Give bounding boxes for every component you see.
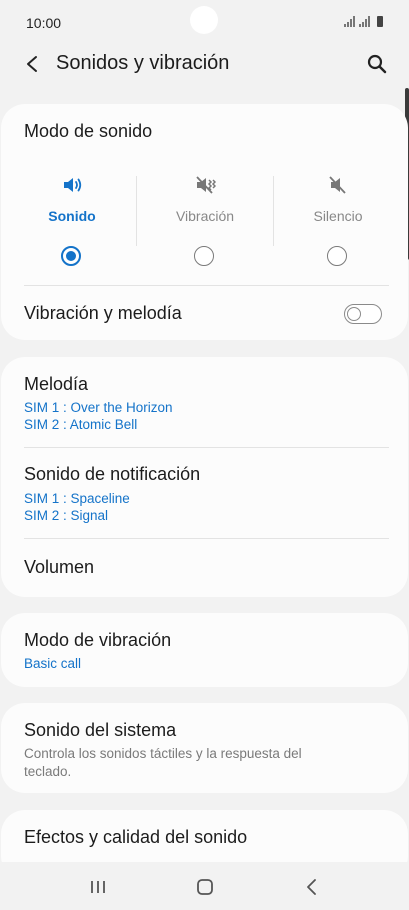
notification-sound-row[interactable]: Sonido de notificación SIM 1 : Spaceline… bbox=[1, 448, 408, 538]
sound-quality-title: Efectos y calidad del sonido bbox=[24, 827, 248, 847]
back-nav-icon[interactable] bbox=[300, 876, 324, 898]
navigation-bar bbox=[0, 862, 409, 910]
mode-label-silent: Silencio bbox=[313, 208, 363, 224]
notification-sim2: SIM 2 : Signal bbox=[24, 508, 109, 523]
vibration-pattern-card[interactable]: Modo de vibración Basic call bbox=[1, 613, 408, 687]
signal-icon-sim1 bbox=[344, 16, 355, 27]
page-title: Sonidos y vibración bbox=[56, 52, 230, 74]
system-sound-title: Sonido del sistema bbox=[24, 720, 177, 740]
ringtone-sim1: SIM 1 : Over the Horizon bbox=[24, 400, 173, 415]
sound-mode-card: Modo de sonido Sonido Vibración Silencio… bbox=[1, 104, 408, 340]
mode-option-silent[interactable]: Silencio bbox=[270, 174, 406, 254]
vibration-pattern-title: Modo de vibración bbox=[24, 630, 172, 650]
mute-icon bbox=[329, 176, 346, 194]
vibration-pattern-value: Basic call bbox=[24, 656, 82, 671]
recent-apps-icon[interactable] bbox=[86, 876, 110, 898]
ringtone-sim2: SIM 2 : Atomic Bell bbox=[24, 417, 138, 432]
back-arrow-icon[interactable] bbox=[22, 52, 44, 76]
notification-sim1: SIM 1 : Spaceline bbox=[24, 491, 130, 506]
ringtone-title: Melodía bbox=[24, 374, 89, 394]
radio-vibrate[interactable] bbox=[194, 246, 214, 266]
status-time: 10:00 bbox=[26, 15, 62, 31]
mode-label-sound: Sonido bbox=[48, 208, 96, 224]
sound-mode-title: Modo de sonido bbox=[24, 121, 153, 141]
system-sound-description-line1: Controla los sonidos táctiles y la respu… bbox=[24, 746, 302, 761]
volume-row[interactable]: Volumen bbox=[1, 539, 408, 597]
home-icon[interactable] bbox=[193, 876, 217, 898]
system-sound-card[interactable]: Sonido del sistema Controla los sonidos … bbox=[1, 703, 408, 793]
front-camera bbox=[190, 6, 218, 34]
vibrate-with-ringtone-row[interactable]: Vibración y melodía bbox=[1, 286, 408, 340]
radio-silent[interactable] bbox=[327, 246, 347, 266]
toggle-knob bbox=[347, 307, 361, 321]
vibrate-with-ringtone-toggle[interactable] bbox=[344, 304, 382, 324]
speaker-icon bbox=[64, 178, 82, 192]
mode-option-sound[interactable]: Sonido bbox=[4, 174, 140, 254]
search-icon[interactable] bbox=[365, 52, 389, 76]
ringtones-card: Melodía SIM 1 : Over the Horizon SIM 2 :… bbox=[1, 357, 408, 597]
notification-sound-title: Sonido de notificación bbox=[24, 464, 201, 484]
status-icons bbox=[344, 16, 383, 27]
ringtone-row[interactable]: Melodía SIM 1 : Over the Horizon SIM 2 :… bbox=[1, 357, 408, 447]
volume-title: Volumen bbox=[24, 557, 95, 577]
vibrate-with-ringtone-label: Vibración y melodía bbox=[24, 303, 182, 323]
app-bar: Sonidos y vibración bbox=[0, 44, 409, 84]
signal-icon-sim2 bbox=[359, 16, 370, 27]
vibrate-icon bbox=[196, 176, 216, 194]
radio-sound[interactable] bbox=[61, 246, 81, 266]
mode-label-vibrate: Vibración bbox=[175, 208, 235, 224]
system-sound-description-line2: teclado. bbox=[24, 764, 72, 779]
battery-icon bbox=[377, 16, 383, 27]
status-bar: 10:00 bbox=[0, 0, 409, 44]
mode-option-vibrate[interactable]: Vibración bbox=[137, 174, 273, 254]
